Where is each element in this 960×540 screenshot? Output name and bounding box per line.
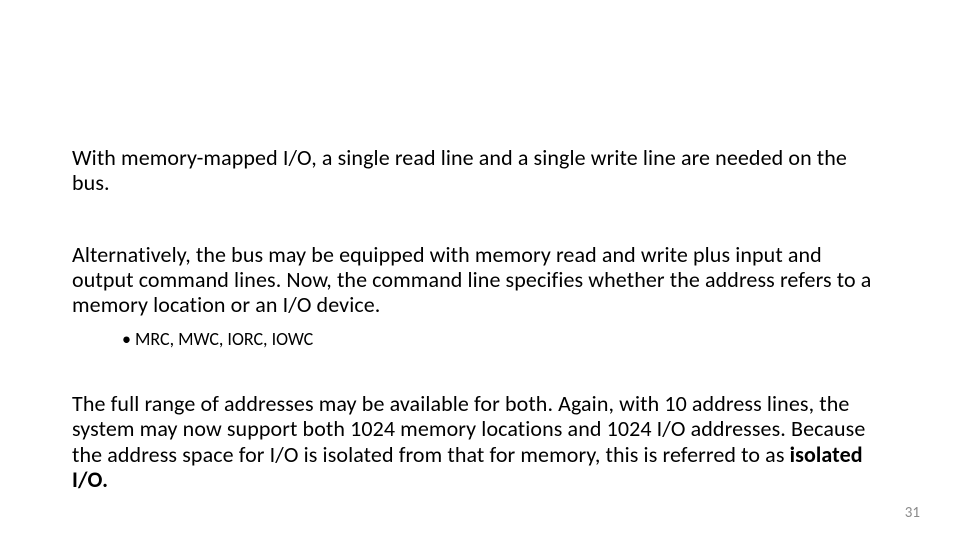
page-number: 31	[905, 504, 920, 522]
paragraph-memory-mapped: With memory-mapped I/O, a single read li…	[72, 145, 888, 196]
paragraph-isolated-io-text: The full range of addresses may be avail…	[72, 390, 865, 468]
paragraph-isolated-io: The full range of addresses may be avail…	[72, 391, 888, 492]
slide: With memory-mapped I/O, a single read li…	[0, 0, 960, 540]
bullet-list: MRC, MWC, IORC, IOWC	[122, 329, 888, 351]
bullet-control-lines: MRC, MWC, IORC, IOWC	[122, 329, 888, 351]
paragraph-alternative: Alternatively, the bus may be equipped w…	[72, 242, 888, 318]
